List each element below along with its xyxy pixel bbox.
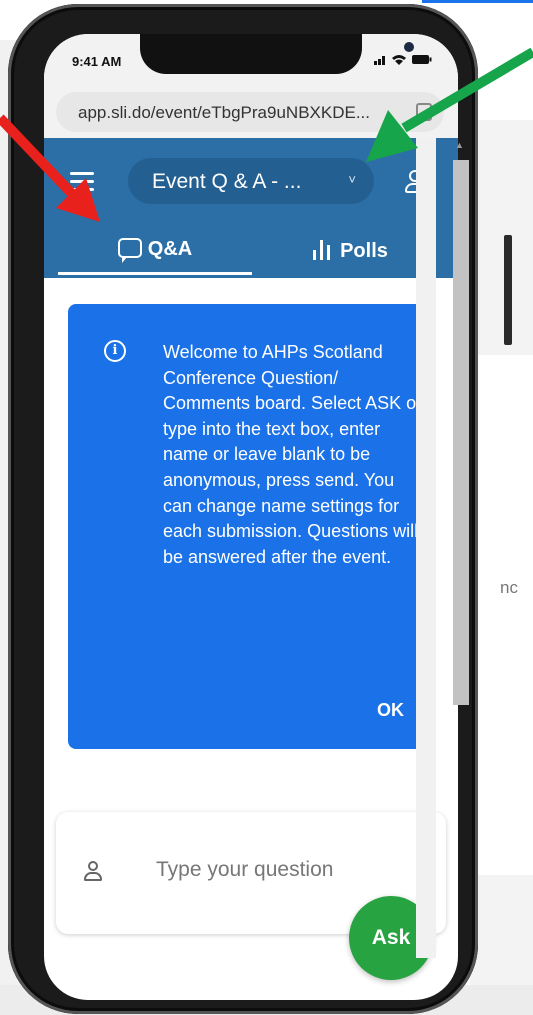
url-text: app.sli.do/event/eTbgPra9uNBXKDE... xyxy=(78,103,370,122)
hamburger-icon[interactable] xyxy=(70,172,94,192)
browser-url-bar: app.sli.do/event/eTbgPra9uNBXKDE... xyxy=(44,86,458,138)
tab-qa-label: Q&A xyxy=(147,238,193,260)
chat-icon xyxy=(117,238,142,263)
app-header: Event Q & A - ... ˅ Q&A Polls xyxy=(44,138,458,278)
event-title: Event Q & A - ... xyxy=(152,170,302,193)
welcome-card: i Welcome to AHPs Scotland Conference Qu… xyxy=(68,304,434,749)
tab-qa[interactable]: Q&A xyxy=(58,228,252,278)
user-icon xyxy=(84,861,102,883)
active-tab-indicator xyxy=(58,272,252,275)
info-icon: i xyxy=(104,340,126,362)
status-icons xyxy=(374,52,432,69)
bar-chart-icon xyxy=(310,238,332,260)
ok-button[interactable]: OK xyxy=(377,700,404,721)
copy-icon[interactable] xyxy=(416,103,432,121)
background-panel xyxy=(470,355,533,875)
scroll-up-arrow[interactable]: ▲ xyxy=(455,140,464,150)
camera-dot xyxy=(404,42,414,52)
phone-screen: 9:41 AM app.sli.do/event/eTbgPra9uNBXKDE… xyxy=(44,34,458,1000)
phone-side-button xyxy=(504,235,512,345)
status-time: 9:41 AM xyxy=(72,54,122,69)
background-partial-text: nc xyxy=(500,578,518,597)
chevron-down-icon: ˅ xyxy=(348,172,356,187)
status-bar: 9:41 AM xyxy=(44,34,458,86)
signal-wifi-battery-icon xyxy=(374,55,432,65)
welcome-message: Welcome to AHPs Scotland Conference Ques… xyxy=(163,342,423,567)
phone-frame: 9:41 AM app.sli.do/event/eTbgPra9uNBXKDE… xyxy=(8,4,478,1014)
tab-polls-label: Polls xyxy=(340,240,388,262)
phone-notch xyxy=(140,34,414,74)
scrollbar-track xyxy=(416,138,436,958)
scrollbar-thumb[interactable] xyxy=(453,160,469,705)
background-top-strip xyxy=(422,0,533,8)
question-input[interactable] xyxy=(156,858,396,882)
url-field[interactable]: app.sli.do/event/eTbgPra9uNBXKDE... xyxy=(56,92,444,132)
event-selector[interactable]: Event Q & A - ... ˅ xyxy=(128,158,374,204)
screenshot-stage: nc 9:41 AM app.sli.do/event/eTbgPra9uNBX… xyxy=(0,0,533,1015)
